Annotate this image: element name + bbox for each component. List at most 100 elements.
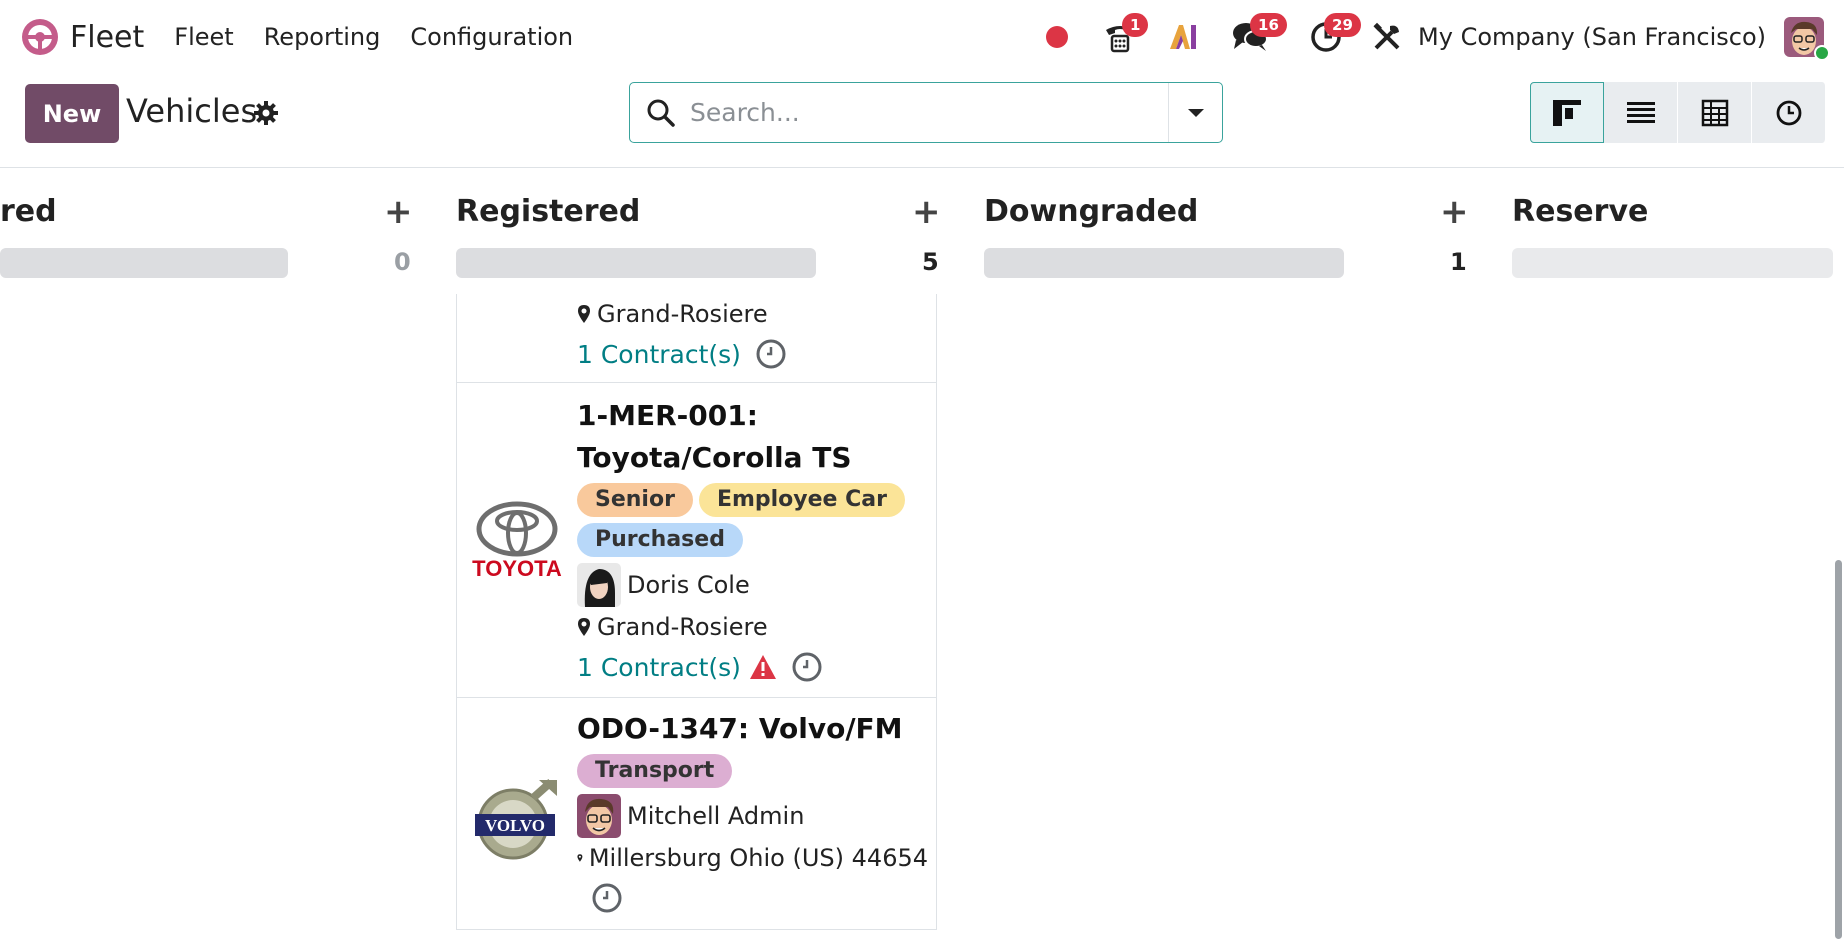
company-switcher[interactable]: My Company (San Francisco) — [1418, 23, 1766, 51]
tag-employee-car: Employee Car — [698, 483, 905, 517]
pivot-view-icon — [1701, 99, 1728, 126]
column-count: 5 — [922, 248, 939, 276]
map-marker-icon — [577, 854, 583, 862]
card-tags: Senior Employee Car Purchased — [577, 483, 928, 563]
column-progress-bar[interactable] — [456, 248, 816, 278]
page-title: Vehicles — [126, 92, 258, 130]
contracts-link[interactable]: 1 Contract(s) — [577, 340, 741, 369]
search-icon — [647, 99, 675, 127]
messages-button[interactable]: 16 — [1220, 13, 1287, 57]
activities-button[interactable]: 29 — [1298, 13, 1361, 57]
calls-badge: 1 — [1122, 13, 1149, 37]
app-name: Fleet — [70, 19, 145, 55]
card-location-row: Grand-Rosiere — [577, 607, 928, 647]
tag-senior: Senior — [577, 483, 693, 517]
card-title-line1: 1-MER-001: — [577, 399, 758, 432]
main-menu: Fleet Reporting Configuration — [174, 23, 603, 51]
kanban-board: red + 0 Registered + 5 Downgraded + 1 Re… — [0, 168, 1844, 939]
ai-button[interactable] — [1166, 17, 1200, 57]
column-header-first[interactable]: red — [0, 194, 57, 229]
contracts-link[interactable]: 1 Contract(s) — [577, 653, 741, 682]
card-location-row: Millersburg Ohio (US) 44654 — [577, 838, 928, 878]
driver-avatar-image — [577, 563, 621, 607]
card-driver-row: Doris Cole — [577, 563, 928, 607]
brand-logo-volvo: VOLVO — [471, 776, 563, 866]
view-switcher — [1530, 82, 1826, 143]
column-progress-bar[interactable] — [0, 248, 288, 278]
activities-badge: 29 — [1324, 13, 1361, 37]
fleet-steering-wheel-icon — [22, 19, 58, 55]
driver-avatar — [577, 794, 621, 838]
driver-avatar-image — [577, 794, 621, 838]
search-input[interactable] — [690, 98, 1140, 127]
column-count: 1 — [1450, 248, 1467, 276]
activity-clock-icon[interactable] — [791, 651, 823, 683]
new-button[interactable]: New — [25, 84, 119, 143]
card-location: Grand-Rosiere — [597, 300, 768, 328]
gear-icon[interactable] — [253, 100, 279, 126]
vehicle-card[interactable]: VOLVO ODO-1347: Volvo/FM Transport Mitch… — [456, 697, 937, 930]
control-panel: New Vehicles — [0, 74, 1844, 168]
card-contracts-row: 1 Contract(s) — [577, 334, 928, 374]
user-avatar[interactable] — [1784, 17, 1830, 61]
brand-logo-toyota: TOYOTA — [471, 501, 563, 585]
column-quick-create-button[interactable]: + — [384, 192, 413, 232]
recording-dot-icon — [1046, 26, 1069, 48]
menu-item-fleet[interactable]: Fleet — [174, 23, 233, 51]
kanban-view-icon — [1553, 99, 1581, 126]
column-quick-create-button[interactable]: + — [1440, 192, 1469, 232]
card-location: Millersburg Ohio (US) 44654 — [588, 844, 928, 872]
card-location: Grand-Rosiere — [597, 613, 768, 641]
search-options-toggle[interactable] — [1168, 83, 1222, 142]
tag-purchased: Purchased — [577, 523, 743, 557]
top-navbar: Fleet Fleet Reporting Configuration 1 16… — [0, 0, 1844, 74]
card-location-row: Grand-Rosiere — [577, 294, 928, 334]
map-marker-icon — [578, 618, 590, 636]
toyota-logo-icon: TOYOTA — [472, 501, 562, 581]
column-progress-bar[interactable] — [984, 248, 1344, 278]
menu-item-configuration[interactable]: Configuration — [410, 23, 573, 51]
toyota-brand-text: TOYOTA — [472, 556, 562, 581]
kanban-view-button[interactable] — [1530, 82, 1604, 143]
column-header-reserve[interactable]: Reserve — [1512, 194, 1648, 229]
driver-name: Mitchell Admin — [627, 802, 805, 830]
tag-transport: Transport — [577, 754, 733, 788]
map-marker-icon — [578, 305, 590, 323]
driver-name: Doris Cole — [627, 571, 750, 599]
column-count: 0 — [394, 248, 411, 276]
list-view-icon — [1626, 101, 1655, 123]
phone-button[interactable]: 1 — [1094, 13, 1149, 57]
debug-tools-button[interactable] — [1370, 17, 1404, 57]
activity-view-button[interactable] — [1752, 82, 1826, 143]
volvo-logo-icon: VOLVO — [475, 779, 557, 860]
menu-item-reporting[interactable]: Reporting — [264, 23, 381, 51]
activity-clock-icon[interactable] — [755, 338, 787, 370]
online-status-icon — [1814, 45, 1830, 61]
activity-clock-icon[interactable] — [591, 882, 623, 914]
column-header-registered[interactable]: Registered — [456, 194, 640, 229]
tools-icon — [1373, 22, 1400, 50]
list-view-button[interactable] — [1604, 82, 1678, 143]
search-bar — [629, 82, 1223, 143]
volvo-brand-text: VOLVO — [485, 816, 545, 835]
recording-button[interactable] — [1046, 17, 1094, 57]
column-quick-create-button[interactable]: + — [912, 192, 941, 232]
scrollbar-thumb[interactable] — [1835, 560, 1842, 939]
messages-badge: 16 — [1250, 13, 1287, 37]
systray: 1 16 29 My Company (San Francisco) — [1046, 0, 1844, 74]
card-driver-row: Mitchell Admin — [577, 794, 928, 838]
card-contracts-row: 1 Contract(s) — [577, 647, 928, 687]
card-title-line2: Toyota/Corolla TS — [577, 441, 852, 474]
driver-avatar — [577, 563, 621, 607]
vehicle-card[interactable]: TOYOTA 1-MER-001: Toyota/Corolla TS Seni… — [456, 382, 937, 698]
pivot-view-button[interactable] — [1678, 82, 1752, 143]
caret-down-icon — [1187, 108, 1204, 117]
card-activity-row — [577, 878, 928, 918]
column-progress-bar[interactable] — [1512, 248, 1833, 278]
ai-icon — [1170, 25, 1197, 49]
column-header-downgraded[interactable]: Downgraded — [984, 194, 1198, 229]
app-brand[interactable]: Fleet — [20, 17, 144, 57]
warning-icon — [749, 655, 776, 679]
card-title: ODO-1347: Volvo/FM — [577, 712, 903, 745]
activity-view-icon — [1776, 100, 1801, 125]
